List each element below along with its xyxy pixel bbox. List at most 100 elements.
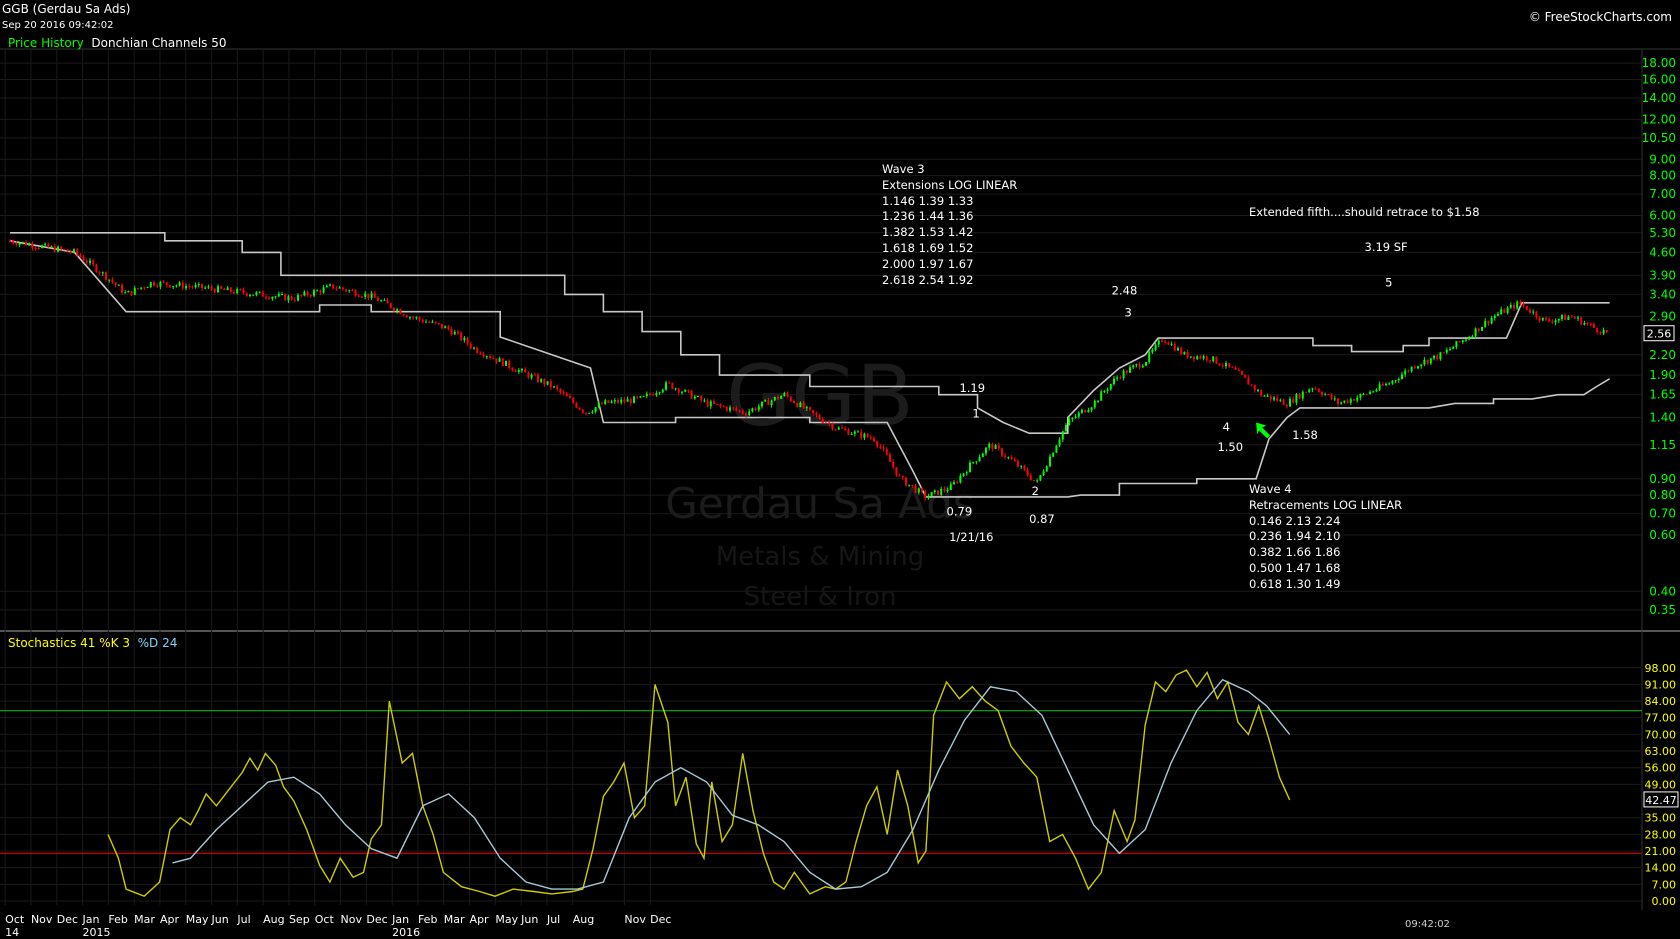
candle-body: [431, 321, 434, 323]
candle-body: [553, 386, 555, 388]
candle-body: [34, 247, 37, 249]
candle-body: [626, 399, 629, 402]
candle-body: [841, 427, 843, 429]
candle-body: [511, 367, 514, 371]
candle-body: [1241, 371, 1243, 375]
candle-body: [1292, 398, 1295, 403]
candle-body: [82, 256, 85, 261]
candle-body: [882, 447, 885, 449]
candle-body: [994, 445, 997, 449]
candle-body: [959, 475, 962, 483]
candle-body: [1321, 392, 1323, 395]
candle-body: [1602, 329, 1605, 334]
legend-stoch-k[interactable]: Stochastics 41 %K 3: [8, 636, 130, 650]
candle-body: [1225, 363, 1227, 367]
candle-body: [649, 393, 651, 395]
candle-body: [223, 288, 226, 291]
candle-body: [1541, 317, 1544, 321]
wave-label: 1: [972, 406, 979, 420]
legend-stoch-d[interactable]: %D 24: [138, 636, 178, 650]
candle-body: [735, 408, 738, 411]
candle-body: [767, 399, 770, 406]
candle-body: [1391, 380, 1394, 384]
candle-body: [245, 293, 248, 296]
candle-body: [1234, 367, 1237, 370]
candle-body: [1068, 419, 1071, 426]
x-axis-label: Jul: [236, 913, 250, 926]
candle-body: [178, 282, 181, 286]
candle-body: [1327, 394, 1330, 396]
candle-body: [751, 408, 754, 412]
candle-body: [789, 396, 792, 402]
candle-body: [405, 315, 408, 318]
candle-body: [665, 382, 667, 390]
candle-body: [1039, 475, 1042, 481]
candle-body: [946, 489, 949, 491]
candle-body: [124, 292, 127, 294]
candle-body: [975, 461, 978, 463]
candle-body: [1442, 352, 1445, 354]
stoch-tick-label: 21.00: [1645, 845, 1677, 858]
candle-body: [1289, 398, 1291, 407]
candle-body: [313, 290, 315, 296]
candle-body: [1503, 309, 1506, 313]
candle-body: [348, 290, 351, 292]
candle-body: [117, 284, 120, 286]
candle-body: [1263, 395, 1266, 397]
candle-body: [25, 241, 27, 246]
last-price-label: 2.56: [1647, 328, 1672, 341]
site-credit[interactable]: © FreeStockCharts.com: [1529, 10, 1672, 24]
candle-body: [1333, 398, 1336, 400]
candle-body: [908, 484, 911, 486]
candle-body: [229, 287, 232, 292]
candle-body: [1465, 339, 1467, 341]
note-line: 1.146 1.39 1.33: [882, 193, 974, 208]
wave-label: 1/21/16: [949, 530, 993, 544]
candle-body: [818, 415, 821, 420]
candle-body: [885, 448, 888, 455]
wave-label: 3: [1125, 305, 1132, 319]
candle-body: [60, 246, 63, 250]
candle-body: [572, 398, 575, 403]
candle-body: [111, 279, 114, 283]
candle-body: [322, 287, 325, 293]
x-axis-label: Apr: [470, 913, 490, 926]
candle-body: [1410, 366, 1413, 372]
legend-donchian[interactable]: Donchian Channels 50: [91, 36, 226, 50]
legend-price-history[interactable]: Price History: [8, 36, 84, 50]
candle-body: [1461, 340, 1464, 343]
candle-body: [485, 356, 488, 358]
candle-body: [1017, 461, 1019, 467]
price-tick-label: 1.90: [1649, 368, 1676, 382]
candle-body: [236, 288, 239, 294]
candle-body: [1548, 319, 1551, 322]
x-axis-year-label: 2016: [392, 926, 420, 939]
x-axis-label: Sep: [289, 913, 310, 926]
candle-body: [1586, 322, 1589, 324]
candle-body: [969, 462, 971, 473]
candle-body: [892, 461, 895, 468]
candle-body: [578, 407, 581, 410]
candle-body: [1231, 366, 1234, 368]
candle-body: [1583, 322, 1586, 325]
candle-body: [479, 352, 482, 355]
candle-body: [85, 260, 88, 263]
candle-body: [175, 285, 178, 287]
candle-body: [1052, 452, 1055, 457]
candle-body: [617, 400, 619, 403]
candle-body: [466, 337, 469, 344]
candle-body: [437, 323, 440, 325]
candle-body: [917, 488, 920, 493]
price-legend: Price History Donchian Channels 50: [8, 36, 227, 50]
candle-body: [28, 243, 31, 246]
candle-body: [76, 249, 79, 255]
candle-body: [991, 443, 994, 449]
candle-body: [719, 404, 722, 407]
candle-body: [399, 309, 402, 315]
candle-body: [690, 390, 693, 399]
candle-body: [761, 401, 763, 407]
price-tick-label: 8.00: [1649, 169, 1676, 183]
x-axis-label: Nov: [31, 913, 53, 926]
candle-body: [1145, 362, 1147, 366]
candle-body: [1433, 355, 1435, 359]
